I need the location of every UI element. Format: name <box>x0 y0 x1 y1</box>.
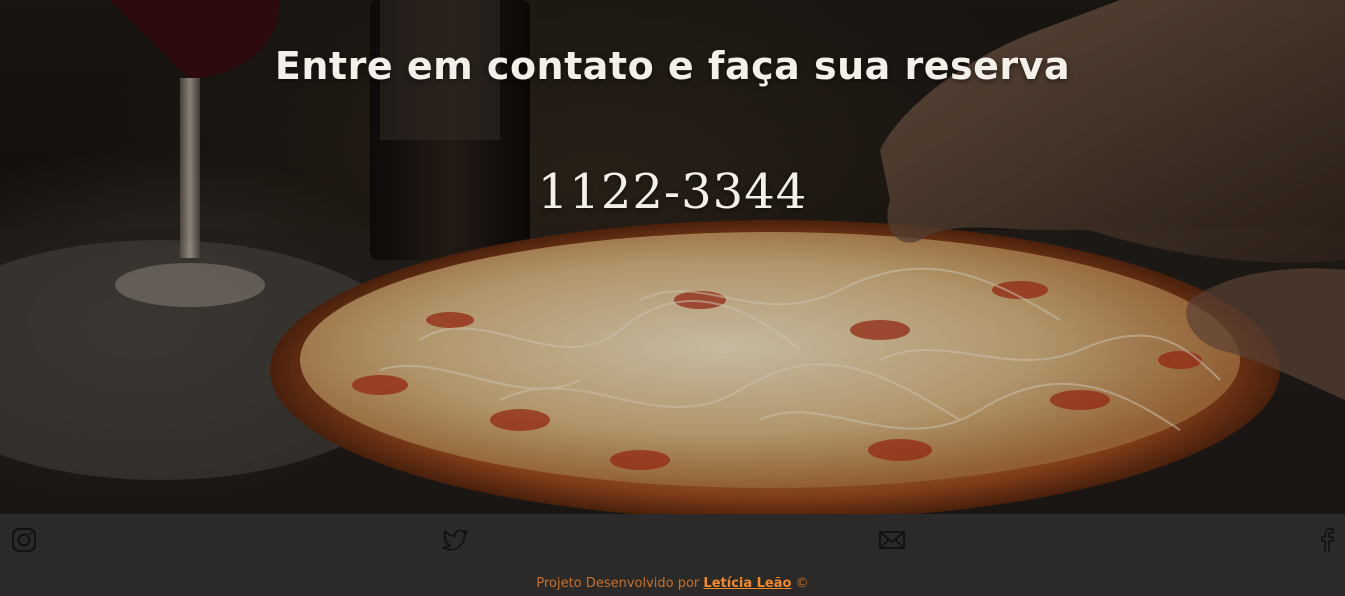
facebook-link[interactable] <box>1313 526 1341 554</box>
hero-title: Entre em contato e faça sua reserva <box>274 44 1071 88</box>
phone-number: 1122-3344 <box>537 164 808 220</box>
copyright-symbol: © <box>795 576 809 591</box>
credits-prefix: Projeto Desenvolvido por <box>536 576 700 591</box>
hero-section: Entre em contato e faça sua reserva 1122… <box>0 0 1345 514</box>
instagram-link[interactable] <box>10 526 38 554</box>
footer: Projeto Desenvolvido por Letícia Leão © <box>0 514 1345 596</box>
author-link[interactable]: Letícia Leão <box>703 576 791 591</box>
page: Entre em contato e faça sua reserva 1122… <box>0 0 1345 596</box>
facebook-icon <box>1321 528 1334 552</box>
credits: Projeto Desenvolvido por Letícia Leão © <box>0 576 1345 591</box>
email-link[interactable] <box>878 526 906 554</box>
twitter-icon <box>442 529 468 551</box>
twitter-link[interactable] <box>441 526 469 554</box>
instagram-icon <box>12 528 36 552</box>
mail-icon <box>879 531 905 549</box>
